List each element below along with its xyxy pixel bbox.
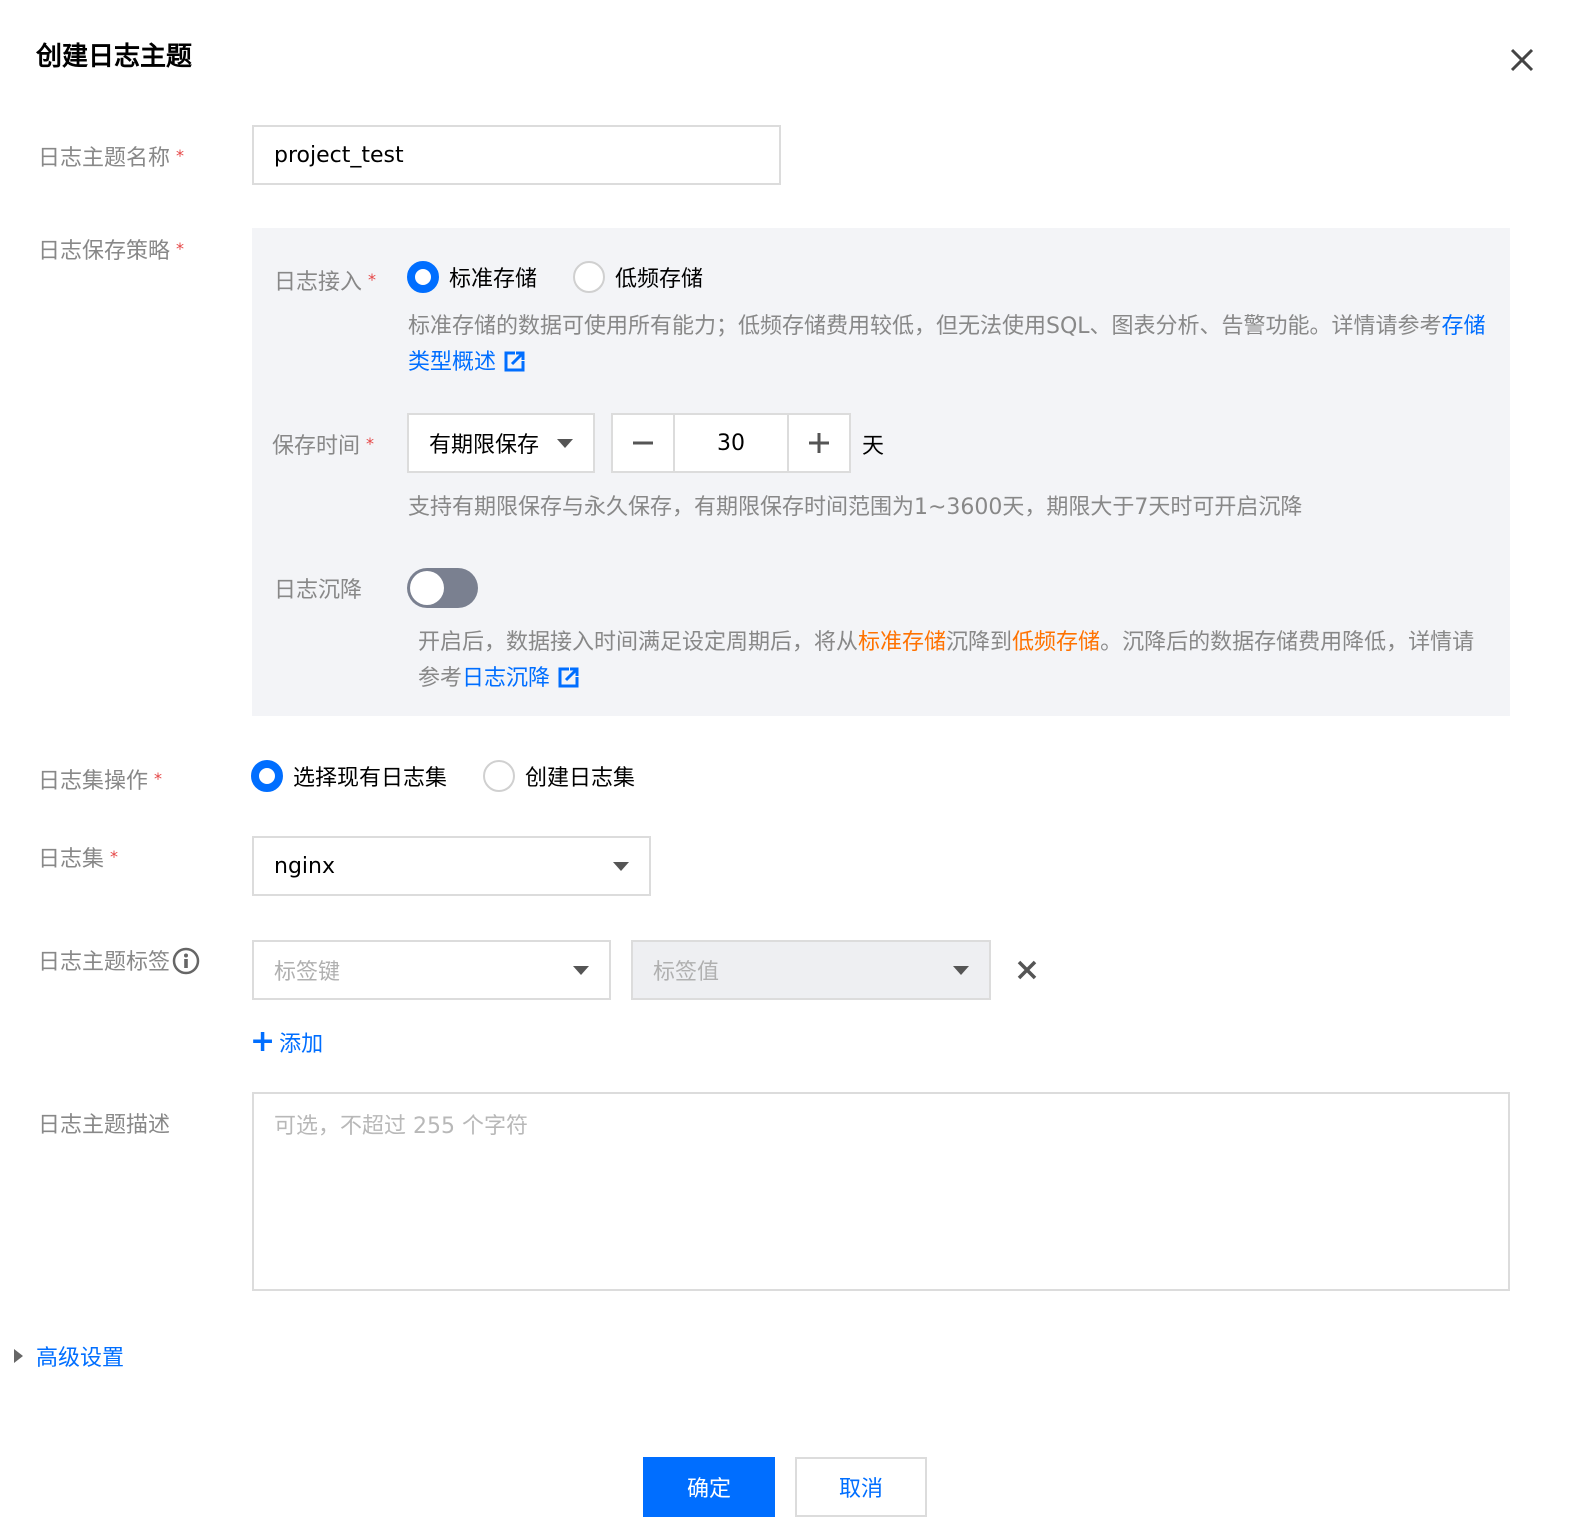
radio-label: 创建日志集 [525,766,636,791]
tag-key-select[interactable]: 标签键 [252,940,611,1000]
add-tag-label: 添加 [279,1032,324,1057]
sink-toggle[interactable] [407,568,478,608]
logset-select[interactable]: nginx [252,836,651,896]
advanced-settings-label: 高级设置 [36,1346,125,1371]
retention-days-stepper: 30 [611,413,851,473]
sink-hint-text: 开启后，数据接入时间满足设定周期后，将从 [418,630,859,655]
ingest-hint: 标准存储的数据可使用所有能力；低频存储费用较低，但无法使用SQL、图表分析、告警… [408,309,1488,381]
required-mark: * [368,270,377,289]
ingest-label-text: 日志接入 [274,270,363,295]
retention-mode-value: 有期限保存 [429,433,540,458]
logset-label-text: 日志集 [38,847,105,872]
radio-create-logset[interactable]: 创建日志集 [483,760,635,792]
topic-name-label-text: 日志主题名称 [38,146,171,171]
required-mark: * [176,146,185,165]
cancel-button[interactable]: 取消 [795,1457,927,1517]
radio-standard-storage[interactable]: 标准存储 [407,261,537,293]
radio-label: 低频存储 [615,267,704,292]
required-mark: * [366,434,375,453]
retention-days-value[interactable]: 30 [673,415,789,471]
plus-icon: + [250,1024,276,1059]
tag-value-select[interactable]: 标签值 [631,940,991,1000]
radio-checked-icon [251,760,283,792]
plus-icon[interactable] [789,415,849,471]
radio-unchecked-icon [483,760,516,792]
radio-label: 标准存储 [449,267,538,292]
tags-label: 日志主题标签 [38,944,200,976]
logset-label: 日志集 * [38,841,118,873]
radio-select-existing-logset[interactable]: 选择现有日志集 [251,760,447,792]
log-sink-link[interactable]: 日志沉降 [462,666,550,691]
topic-name-label: 日志主题名称 * [38,140,184,172]
advanced-settings-toggle[interactable]: 高级设置 [14,1340,124,1372]
retention-label: 保存时间 * [272,428,374,460]
sink-hint: 开启后，数据接入时间满足设定周期后，将从标准存储沉降到低频存储。沉降后的数据存储… [418,625,1480,697]
tag-value-placeholder: 标签值 [653,960,720,985]
info-icon[interactable] [172,947,200,975]
description-textarea[interactable] [252,1092,1510,1291]
logset-op-radio-group: 选择现有日志集 创建日志集 [251,760,671,792]
retention-unit: 天 [862,434,885,459]
radio-unchecked-icon [573,261,606,293]
logset-value: nginx [274,853,335,879]
confirm-button[interactable]: 确定 [643,1457,775,1517]
tag-key-placeholder: 标签键 [274,960,341,985]
logset-op-label: 日志集操作 * [38,763,162,795]
logset-op-label-text: 日志集操作 [38,769,149,794]
description-label: 日志主题描述 [38,1113,171,1138]
sink-hint-hot: 标准存储 [858,630,947,655]
retention-label-text: 保存时间 [272,434,361,459]
required-mark: * [110,847,119,866]
ingest-label: 日志接入 * [274,264,376,296]
required-mark: * [154,769,163,788]
sink-hint-cold: 低频存储 [1012,630,1101,655]
chevron-down-icon [953,965,969,975]
ingest-hint-text: 标准存储的数据可使用所有能力；低频存储费用较低，但无法使用SQL、图表分析、告警… [408,314,1442,339]
storage-policy-label: 日志保存策略 * [38,233,184,265]
chevron-down-icon [613,861,629,871]
remove-tag-icon[interactable] [1014,957,1040,983]
topic-name-input[interactable] [252,125,781,185]
caret-right-icon [14,1349,23,1363]
radio-checked-icon [407,261,439,293]
external-link-icon[interactable] [504,350,527,372]
sink-hint-text: 沉降到 [946,630,1013,655]
storage-policy-label-text: 日志保存策略 [38,239,171,264]
retention-hint: 支持有期限保存与永久保存，有期限保存时间范围为1~3600天，期限大于7天时可开… [408,495,1303,520]
add-tag-button[interactable]: + 添加 [250,1026,323,1058]
radio-infrequent-storage[interactable]: 低频存储 [573,261,703,293]
ingest-radio-group: 标准存储 低频存储 [407,261,739,293]
required-mark: * [176,239,185,258]
sink-label: 日志沉降 [274,578,363,603]
dialog-title: 创建日志主题 [36,42,193,72]
toggle-knob [410,571,444,605]
external-link-icon[interactable] [558,666,581,688]
retention-mode-select[interactable]: 有期限保存 [407,413,595,473]
chevron-down-icon [557,438,573,448]
minus-icon[interactable] [613,415,673,471]
create-topic-dialog: 创建日志主题 日志主题名称 * 日志保存策略 * 日志接入 * 标准存储 低频存储 标… [0,0,1570,1538]
radio-label: 选择现有日志集 [293,766,448,791]
chevron-down-icon [573,965,589,975]
tags-label-text: 日志主题标签 [38,950,171,975]
close-icon[interactable] [1504,42,1540,78]
